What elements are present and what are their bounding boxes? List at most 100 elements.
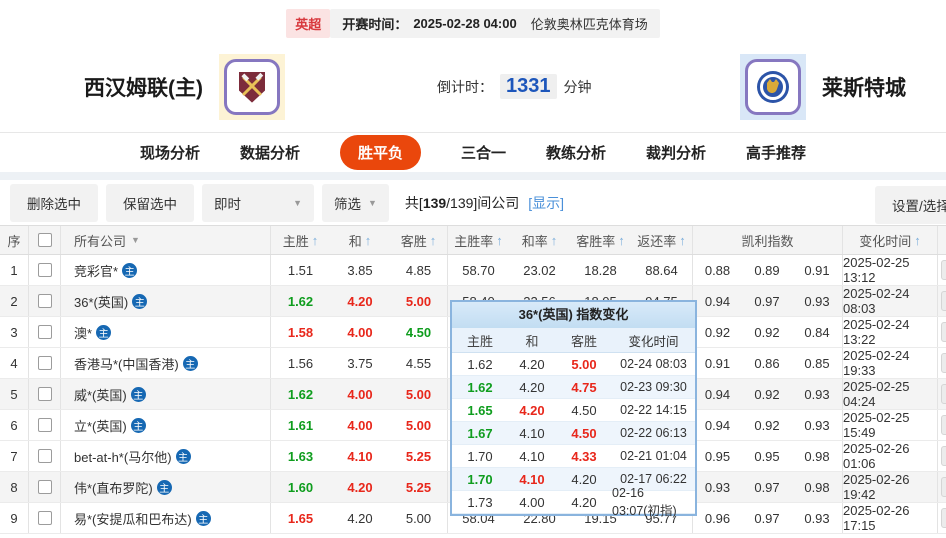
draw-odds: 3.75 [330,348,390,378]
settings-select-button[interactable]: 设置/选择 [875,186,946,224]
home-odds: 1.62 [270,286,330,316]
popup-away-odds: 4.75 [556,380,612,395]
instant-odds-select[interactable]: 即时 ▼ [202,184,314,222]
tab-7[interactable]: 高手推荐 [746,135,806,170]
row-action-button[interactable] [941,260,946,280]
company-name: bet-at-h*(马尔他) [74,447,172,466]
row-checkbox[interactable] [38,387,52,401]
row-action-button[interactable] [941,384,946,404]
tab-3[interactable]: 胜平负 [340,135,421,170]
popup-home-odds: 1.70 [452,449,508,464]
kelly-away: 0.93 [792,410,842,440]
change-time: 2025-02-25 13:12 [842,255,937,285]
odds-change-popup: 36*(英国) 指数变化 主胜和客胜变化时间 1.624.205.0002-24… [450,300,697,516]
home-odds: 1.65 [270,503,330,533]
company-cell[interactable]: 36*(英国)主 [60,286,270,316]
tab-1[interactable]: 现场分析 [140,135,200,170]
header-home-rate[interactable]: 主胜率↑ [447,226,509,254]
home-rate: 58.70 [447,255,509,285]
row-action-button[interactable] [941,508,946,528]
change-time: 2025-02-26 19:42 [842,472,937,502]
select-all-checkbox[interactable] [38,233,52,247]
header-no[interactable]: 序 [0,226,28,254]
draw-odds: 4.20 [330,503,390,533]
kickoff-info: 开赛时间： 2025-02-28 04:00 伦敦奥林匹克体育场 [330,9,659,38]
kelly-home: 0.94 [692,286,742,316]
company-cell[interactable]: 威*(英国)主 [60,379,270,409]
row-checkbox[interactable] [38,480,52,494]
tab-2[interactable]: 数据分析 [240,135,300,170]
row-action-button[interactable] [941,353,946,373]
row-checkbox-cell [28,503,60,533]
header-home-odds[interactable]: 主胜↑ [270,226,330,254]
popup-header-3: 客胜 [556,331,612,350]
toolbar: 删除选中 保留选中 即时 ▼ 筛选 ▼ 共[139/139]间公司 [显示] 设… [0,180,946,225]
row-extra [937,286,946,316]
kelly-away: 0.84 [792,317,842,347]
company-cell[interactable]: 易*(安提瓜和巴布达)主 [60,503,270,533]
row-checkbox-cell [28,317,60,347]
keep-selected-button[interactable]: 保留选中 [106,184,194,222]
header-away-odds[interactable]: 客胜↑ [390,226,447,254]
row-action-button[interactable] [941,446,946,466]
sort-up-icon: ↑ [365,233,372,248]
league-badge[interactable]: 英超 [286,9,330,38]
row-number: 2 [0,286,28,316]
company-cell[interactable]: 澳*主 [60,317,270,347]
row-action-button[interactable] [941,291,946,311]
header-select-all[interactable] [28,226,60,254]
header-draw-rate[interactable]: 和率↑ [509,226,570,254]
header-return-rate[interactable]: 返还率↑ [631,226,692,254]
draw-odds: 3.85 [330,255,390,285]
popup-header-row: 主胜和客胜变化时间 [452,328,695,353]
row-checkbox[interactable] [38,294,52,308]
tab-6[interactable]: 裁判分析 [646,135,706,170]
draw-odds: 4.00 [330,379,390,409]
away-team: 莱斯特城 [740,54,906,120]
draw-odds: 4.10 [330,441,390,471]
popup-change-time: 02-22 06:13 [612,426,695,440]
row-checkbox-cell [28,379,60,409]
filter-select[interactable]: 筛选 ▼ [322,184,389,222]
row-number: 4 [0,348,28,378]
delete-selected-button[interactable]: 删除选中 [10,184,98,222]
popup-header-4: 变化时间 [612,331,695,350]
row-action-button[interactable] [941,477,946,497]
home-odds: 1.51 [270,255,330,285]
company-cell[interactable]: 伟*(直布罗陀)主 [60,472,270,502]
return-rate: 88.64 [631,255,692,285]
popup-row: 1.704.104.3302-21 01:04 [452,445,695,468]
home-badge-icon: 主 [132,294,147,309]
row-checkbox[interactable] [38,263,52,277]
home-badge-icon: 主 [183,356,198,371]
row-checkbox[interactable] [38,356,52,370]
row-checkbox[interactable] [38,511,52,525]
row-action-button[interactable] [941,322,946,342]
table-row[interactable]: 1竞彩官*主1.513.854.8558.7023.0218.2888.640.… [0,255,946,286]
tab-4[interactable]: 三合一 [461,135,506,170]
tab-5[interactable]: 教练分析 [546,135,606,170]
home-odds: 1.60 [270,472,330,502]
popup-home-odds: 1.62 [452,357,508,372]
row-checkbox[interactable] [38,418,52,432]
row-checkbox[interactable] [38,449,52,463]
popup-draw-odds: 4.00 [508,495,556,510]
kelly-home: 0.95 [692,441,742,471]
popup-away-odds: 4.33 [556,449,612,464]
header-company[interactable]: 所有公司▼ [60,226,270,254]
company-cell[interactable]: bet-at-h*(马尔他)主 [60,441,270,471]
company-cell[interactable]: 香港马*(中国香港)主 [60,348,270,378]
row-extra [937,317,946,347]
header-change-time[interactable]: 变化时间↑ [842,226,937,254]
header-away-rate[interactable]: 客胜率↑ [570,226,631,254]
kickoff-label: 开赛时间： [342,14,407,33]
header-kelly[interactable]: 凯利指数 [692,226,842,254]
header-draw-odds[interactable]: 和↑ [330,226,390,254]
company-cell[interactable]: 竞彩官*主 [60,255,270,285]
company-cell[interactable]: 立*(英国)主 [60,410,270,440]
company-name: 易*(安提瓜和巴布达) [74,509,192,528]
show-link[interactable]: [显示] [528,195,564,211]
sort-up-icon: ↑ [551,233,558,248]
row-checkbox[interactable] [38,325,52,339]
row-action-button[interactable] [941,415,946,435]
